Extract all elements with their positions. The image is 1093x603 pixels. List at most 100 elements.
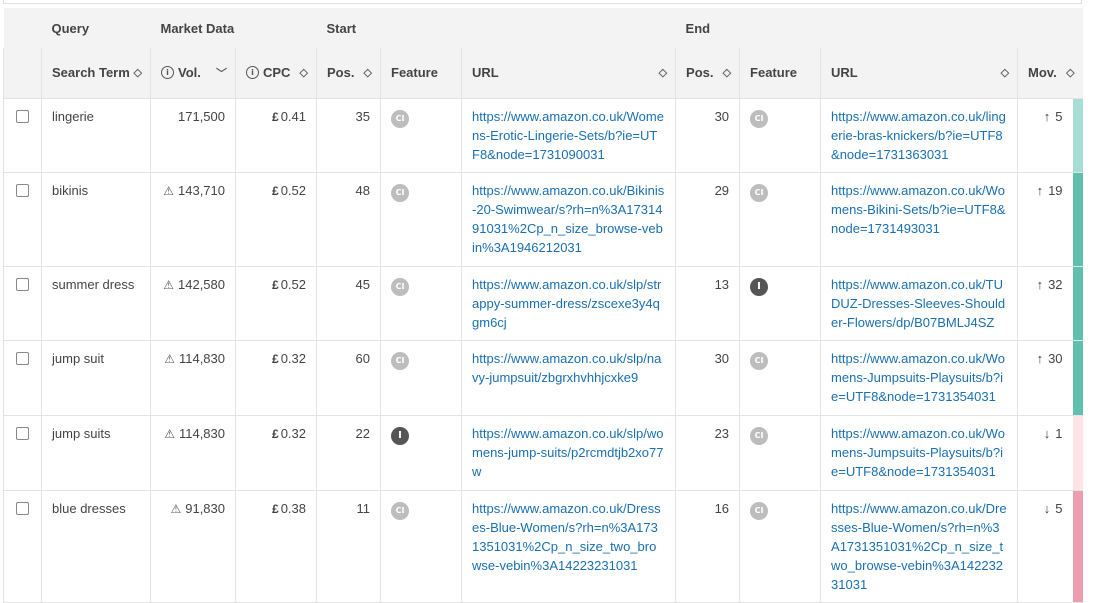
end-url-link[interactable]: https://www.amazon.co.uk/lingerie-bras-k… [831,109,1006,162]
row-checkbox[interactable] [16,183,29,197]
volume-cell: ⚠ 114,830 [150,414,236,490]
start-url-link[interactable]: https://www.amazon.co.uk/Womens-Erotic-L… [472,109,664,162]
table-row[interactable]: jump suits ⚠ 114,830 £0.32 22 Ihttps://www.am… [3,414,1083,490]
chevron-down-icon[interactable]: ﹀ [216,65,227,81]
movement-value: 1 [1055,425,1063,441]
header-cpc[interactable]: i CPC ◇ [234,48,317,98]
table-row[interactable]: bikinis ⚠ 143,710 £0.52 48 CI https://www.amaz… [3,171,1083,266]
cpc-value: 0.32 [280,425,307,441]
row-checkbox[interactable] [16,351,29,365]
table-row[interactable]: blue dresses ⚠ 91,830 £0.38 11 CI https://www.… [3,489,1083,603]
header-end-pos[interactable]: Pos. ◇ [675,48,740,98]
feature-badge-icon[interactable]: CI [750,351,769,370]
header-search-term[interactable]: Search Term ◇ [41,48,151,98]
row-checkbox[interactable] [16,426,29,440]
volume-cell: ⚠ 114,830 [150,339,236,415]
volume-value: 143,710 [178,182,225,198]
end-url-link[interactable]: https://www.amazon.co.uk/Womens-Bikini-S… [831,183,1005,236]
end-url-link[interactable]: https://www.amazon.co.uk/TUDUZ-Dresses-S… [831,277,1005,330]
header-end-url[interactable]: URL ◇ [820,48,1018,98]
end-pos-cell: 29 [675,171,740,266]
cpc-value: 0.52 [280,182,307,198]
sort-icon[interactable]: ◇ [659,66,667,79]
feature-badge-icon[interactable]: I [750,277,769,296]
start-url-cell: https://www.amazon.co.uk/Bikinis-20-Swim… [461,171,676,266]
start-url-cell: https://www.amazon.co.uk/slp/strappy-sum… [461,265,676,340]
end-pos-cell: 16 [675,489,740,603]
info-icon[interactable]: i [161,66,174,80]
end-url-cell: https://www.amazon.co.uk/lingerie-bras-k… [820,97,1018,172]
feature-badge-icon[interactable]: CI [391,277,410,296]
header-label: Pos. [686,65,714,81]
header-start-url[interactable]: URL ◇ [461,48,676,98]
column-group-row: Query Market Data Start End [3,8,1083,48]
row-checkbox[interactable] [16,109,29,123]
sort-icon[interactable]: ◇ [134,66,142,79]
movement-value: 30 [1048,350,1063,366]
row-select-cell [3,97,42,172]
header-label: CPC [263,65,291,81]
start-feature-cell: I [380,414,462,490]
volume-value: 171,500 [178,108,225,124]
volume-cell: 171,500 [150,97,236,172]
end-pos-cell: 30 [675,339,740,415]
header-start-pos[interactable]: Pos. ◇ [316,48,381,98]
end-url-cell: https://www.amazon.co.uk/Womens-Jumpsuit… [820,339,1018,415]
sort-icon[interactable]: ◇ [364,66,372,79]
feature-badge-icon[interactable]: CI [750,109,769,128]
row-checkbox[interactable] [16,501,29,515]
header-row: Search Term ◇ i Vol. ﹀ i CPC ◇ Pos. ◇ Feature … [3,48,1083,98]
end-feature-cell: CI [739,339,821,415]
feature-badge-icon[interactable]: CI [391,109,410,128]
end-pos-cell: 30 [675,97,740,172]
row-checkbox[interactable] [16,277,29,291]
cpc-cell: £0.52 [234,265,317,340]
cpc-value: 0.52 [280,276,307,292]
warning-triangle-icon: ⚠ [170,501,182,516]
end-url-cell: https://www.amazon.co.uk/Dresses-Blue-Wo… [820,489,1018,603]
end-url-link[interactable]: https://www.amazon.co.uk/Dresses-Blue-Wo… [831,501,1007,592]
feature-badge-icon[interactable]: I [391,426,410,445]
feature-badge-icon[interactable]: CI [391,501,410,520]
end-url-link[interactable]: https://www.amazon.co.uk/Womens-Jumpsuit… [831,351,1005,404]
sort-icon[interactable]: ◇ [1001,66,1009,79]
table-row[interactable]: summer dress ⚠ 142,580 £0.52 45 CI https://www… [3,265,1083,340]
movement-bar [1072,266,1083,340]
start-url-link[interactable]: https://www.amazon.co.uk/slp/strappy-sum… [472,277,661,330]
header-movement[interactable]: Mov. ◇ [1017,48,1083,98]
feature-badge-icon[interactable]: CI [750,426,769,445]
pound-icon: £ [272,426,279,441]
feature-badge-icon[interactable]: CI [750,183,769,202]
sort-icon[interactable]: ◇ [723,66,731,79]
header-start-feature: Feature [380,48,462,98]
pound-icon: £ [272,183,279,198]
feature-badge-icon[interactable]: CI [391,183,410,202]
end-feature-cell: CI [739,97,821,172]
start-url-link[interactable]: https://www.amazon.co.uk/Dresses-Blue-Wo… [472,501,661,573]
table-row[interactable]: jump suit ⚠ 114,830 £0.32 60 CI https://www.am… [3,339,1083,415]
start-url-cell: https://www.amazon.co.uk/Womens-Erotic-L… [461,97,676,172]
sort-icon[interactable]: ◇ [300,66,308,79]
search-term-cell: summer dress [41,265,151,340]
volume-cell: ⚠ 91,830 [150,489,236,603]
movement-value: 5 [1055,500,1063,516]
feature-badge-icon[interactable]: CI [750,501,769,520]
start-url-link[interactable]: https://www.amazon.co.uk/slp/womens-jump… [472,426,663,479]
warning-triangle-icon: ⚠ [164,426,175,441]
feature-badge-icon[interactable]: CI [391,351,410,370]
sort-icon[interactable]: ◇ [1066,66,1074,79]
start-url-link[interactable]: https://www.amazon.co.uk/Bikinis-20-Swim… [472,183,664,255]
table-row[interactable]: lingerie 171,500 £0.41 35 CI https://www.amaz… [3,97,1083,172]
cpc-value: 0.41 [280,108,307,124]
info-icon[interactable]: i [246,66,259,80]
movement-value: 5 [1055,108,1063,124]
start-url-link[interactable]: https://www.amazon.co.uk/slp/navy-jumpsu… [472,351,661,385]
arrow-down-icon: ↓ [1043,425,1051,441]
volume-value: 91,830 [185,500,225,516]
warning-triangle-icon: ⚠ [164,351,175,366]
volume-value: 114,830 [178,350,225,366]
cpc-cell: £0.38 [234,489,317,603]
header-volume[interactable]: i Vol. ﹀ [150,48,236,98]
cpc-cell: £0.32 [234,414,317,490]
end-url-link[interactable]: https://www.amazon.co.uk/Womens-Jumpsuit… [831,426,1005,479]
